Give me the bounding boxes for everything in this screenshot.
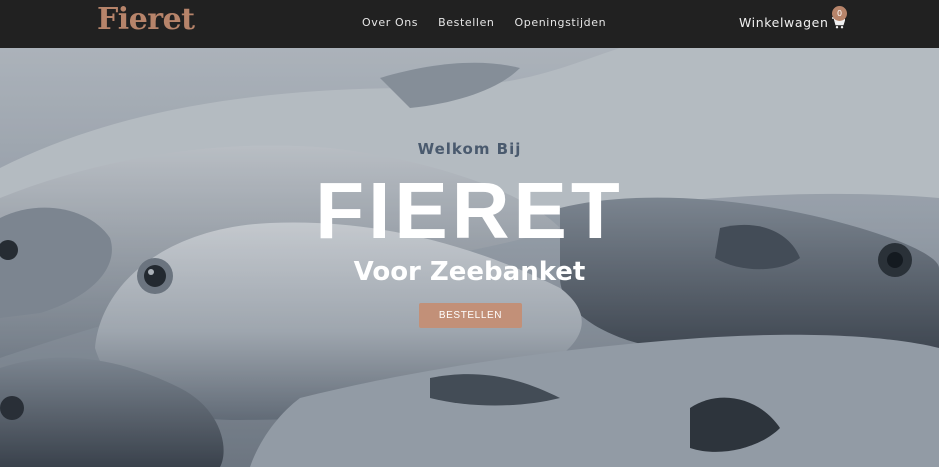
logo[interactable]: Fieret <box>97 2 195 37</box>
nav-link-over-ons[interactable]: Over Ons <box>362 16 418 29</box>
nav-link-openingstijden[interactable]: Openingstijden <box>515 16 607 29</box>
hero-section: Welkom Bij FIERET Voor Zeebanket BESTELL… <box>0 48 939 467</box>
navbar: Fieret Over Ons Bestellen Openingstijden… <box>0 0 939 48</box>
hero-brand-title: FIERET <box>315 166 624 255</box>
nav-link-bestellen[interactable]: Bestellen <box>438 16 494 29</box>
cart-label: Winkelwagen <box>739 15 829 30</box>
cart-count-badge: 0 <box>832 6 847 21</box>
hero-welcome-text: Welkom Bij <box>417 140 522 158</box>
cart-link[interactable]: Winkelwagen 0 <box>739 6 847 30</box>
nav-links: Over Ons Bestellen Openingstijden <box>362 16 606 29</box>
hero-tagline: Voor Zeebanket <box>353 257 586 287</box>
order-button[interactable]: BESTELLEN <box>419 303 522 328</box>
